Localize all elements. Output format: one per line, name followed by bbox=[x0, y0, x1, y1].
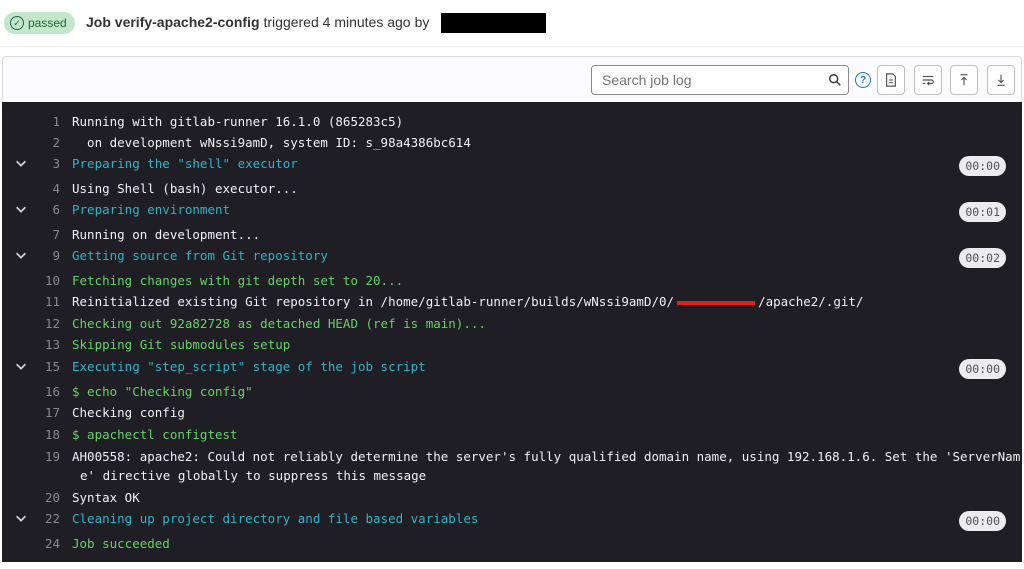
line-number[interactable]: 7 bbox=[28, 227, 60, 242]
log-text: on development wNssi9amD, system ID: s_9… bbox=[72, 135, 471, 150]
divider bbox=[0, 46, 1024, 47]
log-line: 17 Checking config bbox=[2, 403, 1022, 423]
line-number[interactable]: 3 bbox=[28, 156, 60, 171]
chevron-down-icon[interactable] bbox=[14, 156, 28, 170]
log-line: 24 Job succeeded bbox=[2, 534, 1022, 554]
line-number[interactable]: 11 bbox=[28, 294, 60, 309]
status-label: passed bbox=[28, 16, 67, 30]
triggered-text: triggered 4 minutes ago bbox=[263, 14, 411, 30]
job-title: Job verify-apache2-config triggered 4 mi… bbox=[86, 14, 429, 30]
scroll-up-icon bbox=[960, 74, 968, 86]
log-text: Preparing the "shell" executor bbox=[72, 156, 298, 171]
line-number[interactable]: 16 bbox=[28, 384, 60, 399]
log-line: 1 Running with gitlab-runner 16.1.0 (865… bbox=[2, 112, 1022, 132]
line-number[interactable]: 12 bbox=[28, 316, 60, 331]
log-line: 4 Using Shell (bash) executor... bbox=[2, 179, 1022, 199]
search-button[interactable] bbox=[821, 65, 849, 95]
log-line: 20 Syntax OK bbox=[2, 488, 1022, 508]
duration-badge: 00:00 bbox=[959, 511, 1006, 531]
log-text: Running on development... bbox=[72, 227, 261, 242]
status-badge[interactable]: ✓ passed bbox=[4, 12, 75, 34]
scroll-to-top-button[interactable] bbox=[950, 65, 978, 95]
log-line: 11 Reinitialized existing Git repository… bbox=[2, 292, 1022, 312]
job-log: 1 Running with gitlab-runner 16.1.0 (865… bbox=[2, 102, 1022, 562]
line-number[interactable]: 2 bbox=[28, 135, 60, 150]
duration-badge: 00:00 bbox=[959, 156, 1006, 176]
show-raw-button[interactable] bbox=[877, 65, 905, 95]
line-number[interactable]: 24 bbox=[28, 536, 60, 551]
log-section-header[interactable]: 3 Preparing the "shell" executor 00:00 bbox=[2, 154, 1022, 176]
log-text: Cleaning up project directory and file b… bbox=[72, 511, 479, 526]
chevron-down-icon[interactable] bbox=[14, 511, 28, 525]
search-job-log-input[interactable] bbox=[591, 65, 822, 95]
chevron-down-icon[interactable] bbox=[14, 202, 28, 216]
log-text: AH00558: apache2: Could not reliably det… bbox=[72, 449, 1021, 464]
log-text: Using Shell (bash) executor... bbox=[72, 181, 298, 196]
line-number[interactable]: 15 bbox=[28, 359, 60, 374]
line-number[interactable]: 6 bbox=[28, 202, 60, 217]
line-number[interactable]: 18 bbox=[28, 427, 60, 442]
check-circle-icon: ✓ bbox=[10, 16, 24, 30]
log-line-continuation: e' directive globally to suppress this m… bbox=[2, 466, 1022, 486]
line-number[interactable]: 13 bbox=[28, 337, 60, 352]
log-line: 19 AH00558: apache2: Could not reliably … bbox=[2, 447, 1022, 467]
repo-path-prefix: Reinitialized existing Git repository in… bbox=[72, 294, 675, 309]
log-text: Fetching changes with git depth set to 2… bbox=[72, 273, 404, 288]
by-text: by bbox=[414, 14, 430, 30]
log-text: $ echo "Checking config" bbox=[72, 384, 253, 399]
log-line: 18 $ apachectl configtest bbox=[2, 425, 1022, 445]
log-text: Preparing environment bbox=[72, 202, 231, 217]
job-header: ✓ passed Job verify-apache2-config trigg… bbox=[0, 0, 1024, 46]
log-text: Skipping Git submodules setup bbox=[72, 337, 291, 352]
log-text: $ apachectl configtest bbox=[72, 427, 238, 442]
job-log-toolbar: ? bbox=[2, 56, 1022, 102]
log-section-header[interactable]: 15 Executing "step_script" stage of the … bbox=[2, 357, 1022, 379]
line-number[interactable]: 10 bbox=[28, 273, 60, 288]
line-number[interactable]: 4 bbox=[28, 181, 60, 196]
line-number[interactable]: 20 bbox=[28, 490, 60, 505]
document-icon bbox=[886, 73, 896, 87]
help-icon[interactable]: ? bbox=[855, 72, 871, 88]
log-line: 10 Fetching changes with git depth set t… bbox=[2, 271, 1022, 291]
log-section-header[interactable]: 22 Cleaning up project directory and fil… bbox=[2, 509, 1022, 531]
log-text: Reinitialized existing Git repository in… bbox=[72, 294, 863, 309]
repo-path-suffix: /apache2/.git/ bbox=[758, 294, 864, 309]
log-line: 16 $ echo "Checking config" bbox=[2, 382, 1022, 402]
chevron-down-icon[interactable] bbox=[14, 359, 28, 373]
line-number[interactable]: 22 bbox=[28, 511, 60, 526]
duration-badge: 00:02 bbox=[959, 248, 1006, 268]
line-number[interactable]: 19 bbox=[28, 449, 60, 464]
scroll-to-bottom-button[interactable] bbox=[987, 65, 1015, 95]
line-number[interactable]: 9 bbox=[28, 248, 60, 263]
wrap-lines-button[interactable] bbox=[914, 65, 942, 95]
log-text: Running with gitlab-runner 16.1.0 (86528… bbox=[72, 114, 404, 129]
log-text: Checking config bbox=[72, 405, 185, 420]
log-text: Syntax OK bbox=[72, 490, 140, 505]
log-text: e' directive globally to suppress this m… bbox=[80, 468, 427, 483]
log-section-header[interactable]: 9 Getting source from Git repository 00:… bbox=[2, 246, 1022, 268]
log-text: Getting source from Git repository bbox=[72, 248, 328, 263]
log-line: 13 Skipping Git submodules setup bbox=[2, 335, 1022, 355]
chevron-down-icon[interactable] bbox=[14, 248, 28, 262]
scroll-down-icon bbox=[997, 74, 1005, 86]
log-section-header[interactable]: 6 Preparing environment 00:01 bbox=[2, 200, 1022, 222]
text-wrap-icon bbox=[922, 75, 934, 86]
duration-badge: 00:01 bbox=[959, 202, 1006, 222]
redacted-path bbox=[677, 300, 756, 305]
search-icon bbox=[828, 74, 841, 86]
log-text: Job succeeded bbox=[72, 536, 170, 551]
log-line: 2 on development wNssi9amD, system ID: s… bbox=[2, 133, 1022, 153]
line-number[interactable]: 1 bbox=[28, 114, 60, 129]
job-name: Job verify-apache2-config bbox=[86, 14, 260, 30]
line-number[interactable]: 17 bbox=[28, 405, 60, 420]
log-line: 12 Checking out 92a82728 as detached HEA… bbox=[2, 314, 1022, 334]
log-text: Executing "step_script" stage of the job… bbox=[72, 359, 426, 374]
duration-badge: 00:00 bbox=[959, 359, 1006, 379]
redacted-username bbox=[441, 13, 546, 33]
log-line: 7 Running on development... bbox=[2, 225, 1022, 245]
log-text: Checking out 92a82728 as detached HEAD (… bbox=[72, 316, 486, 331]
